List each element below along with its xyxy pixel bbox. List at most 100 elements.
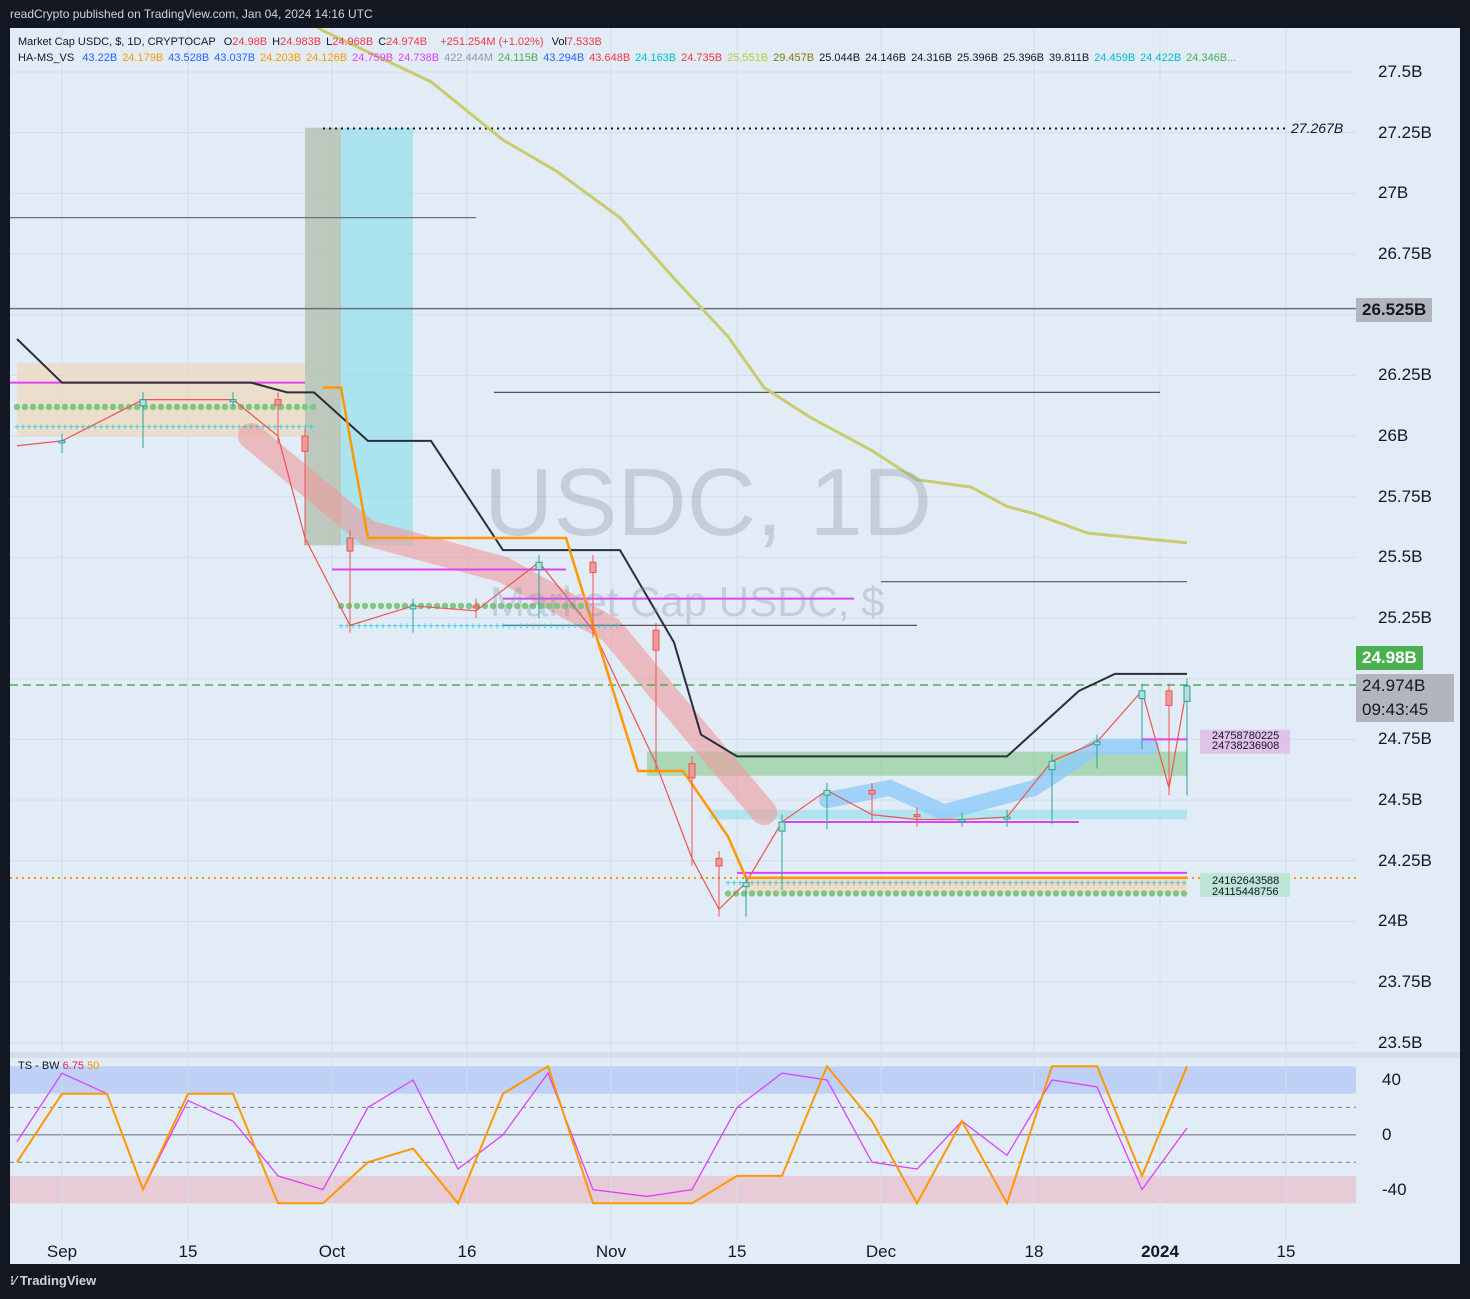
legend-ohlc: O24.98B H24.983B L24.968B C24.974B <box>224 36 432 48</box>
price-scale[interactable]: 26.525B 24.98B 24.974B 09:43:45 27.5B 27.… <box>1356 28 1460 1240</box>
ohlc-o-label: O <box>223 36 233 48</box>
price-tick-label: 27.5B <box>1378 62 1423 81</box>
tradingview-logo[interactable]: ⁝⁄ TradingView <box>10 1273 96 1289</box>
indicator-value: 43.22B <box>82 52 118 64</box>
candle-body <box>1183 685 1191 702</box>
price-tick-label: 25.75B <box>1378 486 1432 506</box>
high-line-label: 27.267B <box>1291 120 1344 136</box>
green-dot <box>1140 890 1148 897</box>
green-dot <box>221 403 229 411</box>
candle-body <box>958 819 966 823</box>
green-dot <box>13 403 21 411</box>
green-dot <box>756 890 764 897</box>
green-dot <box>293 403 301 411</box>
green-dot <box>457 602 465 610</box>
symbol-watermark: USDC, 1D <box>484 449 933 556</box>
green-dot <box>1052 890 1060 897</box>
green-dot <box>425 602 433 610</box>
green-dot <box>285 403 293 411</box>
time-tick-label: 16 <box>457 1242 477 1261</box>
green-dot <box>109 403 117 411</box>
oversold-band <box>10 1175 1356 1204</box>
green-dot <box>21 403 29 411</box>
candle-body <box>472 605 480 609</box>
green-dot <box>1180 890 1188 897</box>
green-dot <box>1116 890 1124 897</box>
candle-body <box>301 435 309 452</box>
indicator-value: 43.294B <box>543 52 585 64</box>
indicator-value: 24.115B <box>498 52 539 64</box>
candle-body <box>346 537 354 552</box>
green-dot <box>157 403 165 411</box>
osc-tick-label: 0 <box>1382 1124 1392 1144</box>
legend-indicator-row[interactable]: HA-MS_VS 43.22B 24.179B 43.528B 43.037B 24.2… <box>18 50 1241 66</box>
candle-body <box>409 605 417 610</box>
candle-body <box>535 561 543 571</box>
price-tick-label: 24.75B <box>1378 729 1432 749</box>
green-dot <box>772 890 780 897</box>
legend-vol-label: Vol <box>551 36 567 48</box>
candle-body <box>715 857 723 867</box>
green-dot <box>876 890 884 897</box>
price-tick-label: 26.25B <box>1378 365 1432 385</box>
price-tick-label: 24B <box>1378 911 1409 931</box>
green-dot <box>449 602 457 610</box>
indicator-value: 24.203B <box>260 52 302 64</box>
candle-body <box>913 814 921 818</box>
green-dot <box>844 890 852 897</box>
ohlc-c-value: 24.974B <box>386 36 428 48</box>
green-dot <box>724 890 732 897</box>
green-dot <box>377 602 385 610</box>
candle-body <box>139 399 147 407</box>
indicator-value: 24.422B <box>1140 52 1182 64</box>
time-tick-label: 2024 <box>1141 1242 1179 1261</box>
green-dot <box>1108 890 1116 897</box>
price-tick-label: 26B <box>1378 426 1409 446</box>
green-dot <box>1044 890 1052 897</box>
green-dot <box>1172 890 1180 897</box>
green-dot <box>804 890 812 897</box>
green-dot <box>916 890 924 897</box>
time-axis[interactable]: Sep 15 Oct 16 Nov 15 Dec 18 2024 15 <box>10 1240 1356 1264</box>
indicator-name: HA-MS_VS <box>18 52 75 64</box>
indicator-value: 25.044B <box>819 52 861 64</box>
indicator-value: 24.459B <box>1094 52 1136 64</box>
green-dot <box>1020 890 1028 897</box>
green-dot <box>181 403 189 411</box>
green-dot <box>205 403 213 411</box>
chart-frame: + + + + + + + + + + + + + + + + + + + + + + + + + + + + + + + + + + + + + + + +… <box>10 28 1460 1264</box>
time-tick-label: Oct <box>318 1242 346 1261</box>
green-dot <box>189 403 197 411</box>
price-tick-label: 27B <box>1378 183 1409 203</box>
osc-tick-label: 40 <box>1382 1070 1401 1089</box>
green-dot <box>69 403 77 411</box>
oscillator-pane[interactable]: TS - BW 6.75 50 <box>10 1058 1356 1240</box>
green-dot <box>253 403 261 411</box>
indicator-value: 43.037B <box>214 52 256 64</box>
green-dot <box>1028 890 1036 897</box>
green-dot <box>165 403 173 411</box>
osc-value-1: 6.75 <box>62 1060 85 1072</box>
legend-symbol-row[interactable]: Market Cap USDC, $, 1D, CRYPTOCAP O24.98… <box>18 34 1241 50</box>
green-box-bottom: 24115448756 <box>1212 886 1279 898</box>
candle-body <box>1138 690 1146 700</box>
candle-body <box>1003 816 1011 820</box>
indicator-value: 25.551B <box>727 52 769 64</box>
tv-logo-icon: ⁝⁄ <box>10 1273 20 1288</box>
green-dot <box>788 890 796 897</box>
green-dot <box>309 403 317 411</box>
green-dot <box>197 403 205 411</box>
green-dot <box>385 602 393 610</box>
price-tick-label: 23.5B <box>1378 1032 1423 1052</box>
time-tick-label: Dec <box>865 1242 897 1261</box>
green-dot <box>1068 890 1076 897</box>
last-close-tag: 24.974B <box>1356 674 1454 698</box>
indicator-value: 24.346B... <box>1186 52 1237 64</box>
green-dot <box>900 890 908 897</box>
indicator-value: 24.759B <box>352 52 394 64</box>
time-tick-label: Nov <box>595 1242 627 1261</box>
green-dot <box>173 403 181 411</box>
main-pane[interactable]: + + + + + + + + + + + + + + + + + + + + + + + + + + + + + + + + + + + + + + + +… <box>10 28 1356 1052</box>
magenta-box-bottom: 24738236908 <box>1212 740 1280 752</box>
green-dot <box>780 890 788 897</box>
